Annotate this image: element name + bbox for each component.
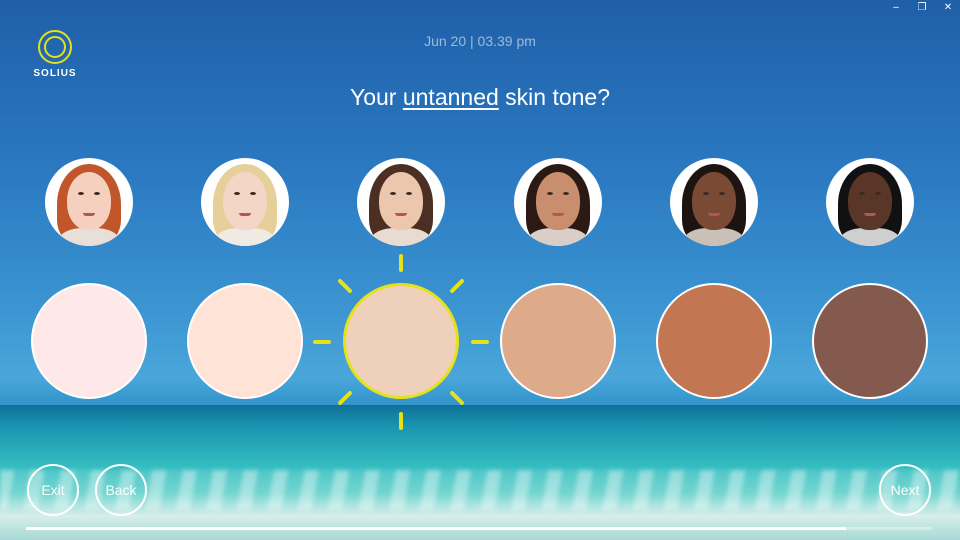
sun-ray-icon <box>471 340 489 344</box>
sun-ray-icon <box>337 390 353 406</box>
eye-shape <box>250 192 256 195</box>
eye-shape <box>94 192 100 195</box>
question-suffix: skin tone? <box>498 84 611 110</box>
skin-tone-swatch-6[interactable] <box>812 283 928 399</box>
mouth-shape <box>864 213 876 216</box>
skin-tone-swatch-3[interactable] <box>343 283 459 399</box>
eye-shape <box>563 192 569 195</box>
eye-shape <box>719 192 725 195</box>
face-shape <box>67 172 111 230</box>
eye-shape <box>875 192 881 195</box>
avatar-portrait-2[interactable] <box>201 158 289 246</box>
eye-shape <box>390 192 396 195</box>
next-button[interactable]: Next <box>879 464 931 516</box>
eye-shape <box>547 192 553 195</box>
skin-tone-swatch-1[interactable] <box>31 283 147 399</box>
face-shape <box>536 172 580 230</box>
eye-shape <box>406 192 412 195</box>
sun-ray-icon <box>399 412 403 430</box>
question-emphasis: untanned <box>402 84 499 110</box>
mouth-shape <box>708 213 720 216</box>
skin-tone-swatch-4[interactable] <box>500 283 616 399</box>
sun-ray-icon <box>399 254 403 272</box>
close-icon[interactable]: ✕ <box>942 2 954 13</box>
sun-ray-icon <box>449 390 465 406</box>
torso-shape <box>215 228 275 246</box>
avatar-portrait-4[interactable] <box>514 158 602 246</box>
avatar-portrait-5[interactable] <box>670 158 758 246</box>
page-title: Your untanned skin tone? <box>0 84 960 111</box>
question-prefix: Your <box>349 84 403 110</box>
sun-ray-icon <box>449 278 465 294</box>
torso-shape <box>840 228 900 246</box>
mouth-shape <box>83 213 95 216</box>
skin-tone-swatch-2[interactable] <box>187 283 303 399</box>
eye-shape <box>859 192 865 195</box>
torso-shape <box>684 228 744 246</box>
eye-shape <box>78 192 84 195</box>
eye-shape <box>703 192 709 195</box>
face-shape <box>223 172 267 230</box>
torso-shape <box>371 228 431 246</box>
sun-ray-icon <box>337 278 353 294</box>
back-button[interactable]: Back <box>95 464 147 516</box>
avatar-portrait-3[interactable] <box>357 158 445 246</box>
skin-tone-swatch-5[interactable] <box>656 283 772 399</box>
restore-icon[interactable]: ❐ <box>916 2 928 13</box>
face-shape <box>692 172 736 230</box>
mouth-shape <box>552 213 564 216</box>
mouth-shape <box>395 213 407 216</box>
face-shape <box>379 172 423 230</box>
exit-button[interactable]: Exit <box>27 464 79 516</box>
face-shape <box>848 172 892 230</box>
minimize-icon[interactable]: – <box>890 2 902 13</box>
logo-text: SOLIUS <box>33 68 77 79</box>
mouth-shape <box>239 213 251 216</box>
progress-fill <box>26 527 846 530</box>
avatar-portrait-1[interactable] <box>45 158 133 246</box>
eye-shape <box>234 192 240 195</box>
datetime: Jun 20 | 03.39 pm <box>424 33 536 49</box>
sun-ray-icon <box>313 340 331 344</box>
window-controls: – ❐ ✕ <box>890 2 954 13</box>
torso-shape <box>528 228 588 246</box>
torso-shape <box>59 228 119 246</box>
avatar-portrait-6[interactable] <box>826 158 914 246</box>
progress-bar <box>26 527 932 530</box>
